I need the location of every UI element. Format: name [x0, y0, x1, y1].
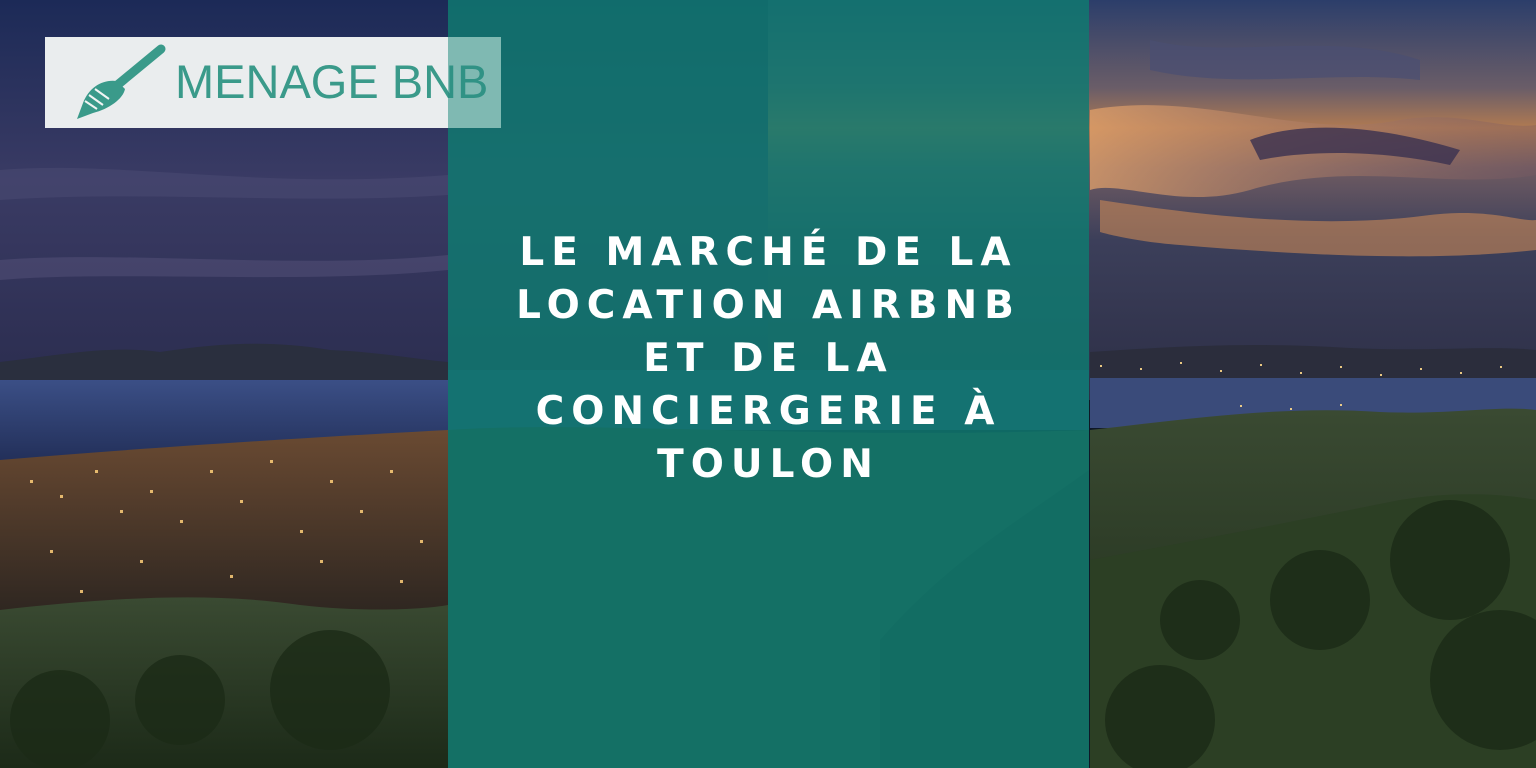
headline-line-2: LOCATION AIRBNB	[516, 283, 1021, 328]
brand-name: MENAGE BNB	[175, 55, 489, 108]
headline-line-4: CONCIERGERIE À	[535, 389, 1002, 434]
headline-line-1: LE MARCHÉ DE LA	[519, 230, 1018, 275]
headline: LE MARCHÉ DE LA LOCATION AIRBNB ET DE LA…	[448, 226, 1089, 491]
brand-logo: MENAGE BNB	[45, 37, 501, 128]
logo-overlay-tint	[448, 37, 501, 128]
promo-banner: LE MARCHÉ DE LA LOCATION AIRBNB ET DE LA…	[0, 0, 1536, 768]
headline-line-5: TOULON	[657, 442, 880, 487]
broom-icon	[77, 44, 166, 119]
headline-line-3: ET DE LA	[643, 336, 894, 381]
